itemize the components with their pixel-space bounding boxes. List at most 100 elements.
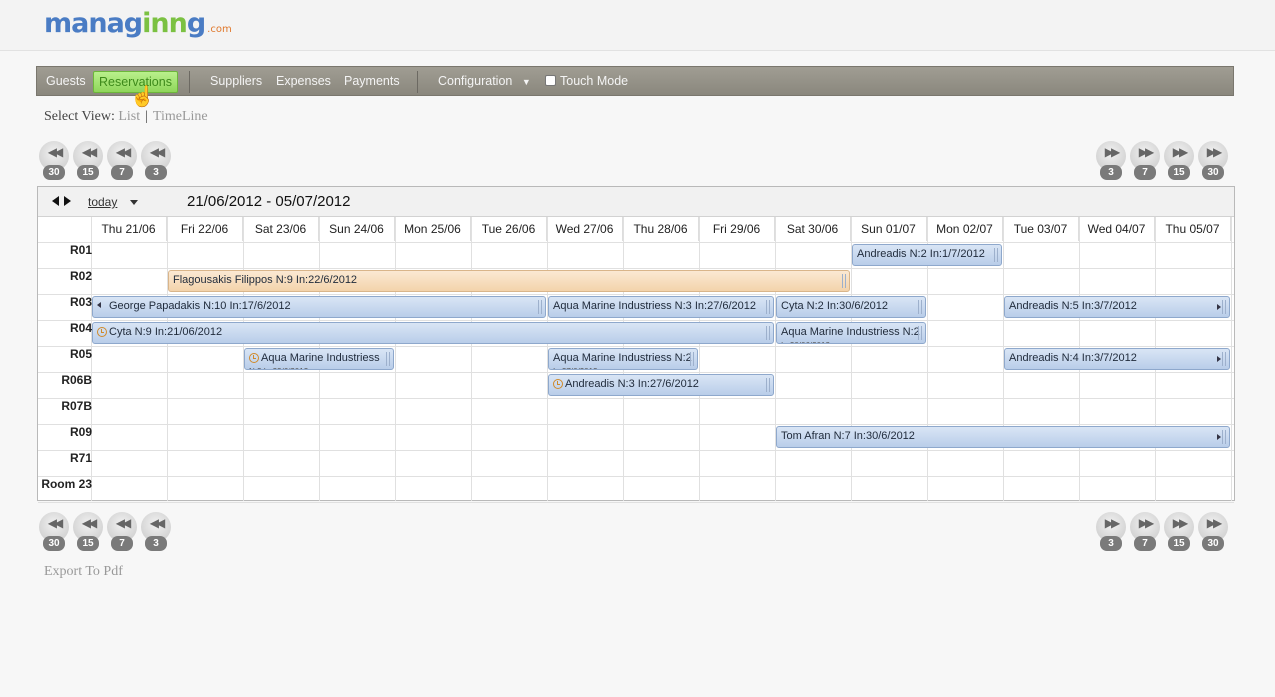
resize-handle[interactable] xyxy=(842,274,846,288)
back-7-badge: 7 xyxy=(111,165,133,180)
reservation-sublabel: In:30/06/2012 xyxy=(781,336,830,343)
back-30-button[interactable]: ◀◀ 30 xyxy=(39,512,69,551)
fast-forward-icon: ▶▶ xyxy=(1138,516,1154,530)
column-header: Fri 29/06 xyxy=(699,217,775,241)
forward-30-button[interactable]: ▶▶ 30 xyxy=(1198,141,1228,180)
column-header: Thu 28/06 xyxy=(623,217,699,241)
resize-handle[interactable] xyxy=(1222,352,1226,366)
forward-15-button[interactable]: ▶▶ 15 xyxy=(1164,512,1194,551)
today-dropdown-icon[interactable] xyxy=(130,200,138,205)
back-15-button[interactable]: ◀◀ 15 xyxy=(73,141,103,180)
touch-mode-checkbox[interactable] xyxy=(545,75,556,86)
grid-column-line xyxy=(775,217,776,501)
view-timeline-link[interactable]: TimeLine xyxy=(153,109,208,124)
touch-mode-toggle[interactable]: Touch Mode xyxy=(545,74,628,88)
grid-row-line xyxy=(38,346,1234,347)
export-pdf-link[interactable]: Export To Pdf xyxy=(44,564,123,580)
forward-3-button[interactable]: ▶▶ 3 xyxy=(1096,512,1126,551)
back-7-button[interactable]: ◀◀ 7 xyxy=(107,141,137,180)
forward-7-button[interactable]: ▶▶ 7 xyxy=(1130,141,1160,180)
reservation-label: Andreadis N:3 In:27/6/2012 xyxy=(565,378,699,390)
reservation-bar[interactable]: Andreadis N:3 In:27/6/2012 xyxy=(548,374,774,396)
resize-handle[interactable] xyxy=(538,300,542,314)
clock-icon xyxy=(97,327,107,337)
nav-configuration-label: Configuration xyxy=(438,74,513,88)
forward-15-button[interactable]: ▶▶ 15 xyxy=(1164,141,1194,180)
reservation-bar[interactable]: Andreadis N:5 In:3/7/2012 xyxy=(1004,296,1230,318)
touch-mode-label: Touch Mode xyxy=(560,74,629,88)
back-3-badge: 3 xyxy=(145,165,167,180)
back-3-button[interactable]: ◀◀ 3 xyxy=(141,141,171,180)
reservation-bar[interactable]: Tom Afran N:7 In:30/6/2012 xyxy=(776,426,1230,448)
logo[interactable]: managinng .com xyxy=(44,8,232,39)
column-header: Mon 25/06 xyxy=(395,217,471,241)
reservation-label: Andreadis N:5 In:3/7/2012 xyxy=(1009,300,1137,312)
column-header: Sat 30/06 xyxy=(775,217,851,241)
grid-row-line xyxy=(38,242,1234,243)
nav-expenses[interactable]: Expenses xyxy=(276,74,331,88)
resize-handle[interactable] xyxy=(1222,300,1226,314)
back-30-button[interactable]: ◀◀ 30 xyxy=(39,141,69,180)
resize-handle[interactable] xyxy=(766,300,770,314)
reservation-bar[interactable]: Aqua Marine Industriess N:2In:27/6/2012 xyxy=(548,348,698,370)
rewind-icon: ◀◀ xyxy=(81,145,97,159)
date-range: 21/06/2012 - 05/07/2012 xyxy=(187,193,351,210)
resize-handle[interactable] xyxy=(1222,430,1226,444)
reservation-bar[interactable]: Aqua Marine IndustriessN:2 In:23/6/2012 xyxy=(244,348,394,370)
resize-handle[interactable] xyxy=(766,326,770,340)
today-link[interactable]: today xyxy=(88,195,117,209)
prev-arrow-icon[interactable] xyxy=(52,196,59,206)
right-arrow-icon xyxy=(1217,356,1221,362)
main-navbar: Guests Reservations Suppliers Expenses P… xyxy=(36,66,1234,96)
view-separator: | xyxy=(145,109,148,124)
resize-handle[interactable] xyxy=(766,378,770,392)
rewind-icon: ◀◀ xyxy=(47,145,63,159)
rewind-icon: ◀◀ xyxy=(115,145,131,159)
view-list-link[interactable]: List xyxy=(118,109,140,124)
fast-forward-icon: ▶▶ xyxy=(1206,145,1222,159)
reservation-label: Tom Afran N:7 In:30/6/2012 xyxy=(781,430,915,442)
resize-handle[interactable] xyxy=(994,248,998,262)
nav-guests[interactable]: Guests xyxy=(46,74,86,88)
resize-handle[interactable] xyxy=(690,352,694,366)
column-header: Wed 27/06 xyxy=(547,217,623,241)
reservation-bar[interactable]: Aqua Marine Industriess N:2In:30/06/2012 xyxy=(776,322,926,344)
resize-handle[interactable] xyxy=(386,352,390,366)
logo-suffix: .com xyxy=(207,24,232,35)
reservation-bar[interactable]: Flagousakis Filippos N:9 In:22/6/2012 xyxy=(168,270,850,292)
reservation-bar[interactable]: Aqua Marine Industriess N:3 In:27/6/2012 xyxy=(548,296,774,318)
grid-row-line xyxy=(38,372,1234,373)
nav-payments[interactable]: Payments xyxy=(344,74,400,88)
forward-7-button[interactable]: ▶▶ 7 xyxy=(1130,512,1160,551)
column-header: Fri 22/06 xyxy=(167,217,243,241)
forward-30-button[interactable]: ▶▶ 30 xyxy=(1198,512,1228,551)
reservation-bar[interactable]: Andreadis N:2 In:1/7/2012 xyxy=(852,244,1002,266)
reservation-bar[interactable]: Cyta N:2 In:30/6/2012 xyxy=(776,296,926,318)
back-7-button[interactable]: ◀◀ 7 xyxy=(107,512,137,551)
forward-15-badge: 15 xyxy=(1168,165,1190,180)
forward-15-badge: 15 xyxy=(1168,536,1190,551)
resize-handle[interactable] xyxy=(918,300,922,314)
next-arrow-icon[interactable] xyxy=(64,196,71,206)
left-arrow-icon xyxy=(97,302,101,308)
room-label: R71 xyxy=(69,451,92,465)
reservation-sublabel: N:2 In:23/6/2012 xyxy=(249,362,308,369)
back-15-button[interactable]: ◀◀ 15 xyxy=(73,512,103,551)
rewind-icon: ◀◀ xyxy=(149,145,165,159)
select-view-label: Select View: xyxy=(44,109,115,124)
resize-handle[interactable] xyxy=(918,326,922,340)
reservation-bar[interactable]: Andreadis N:4 In:3/7/2012 xyxy=(1004,348,1230,370)
select-view: Select View: List | TimeLine xyxy=(44,109,208,125)
back-3-button[interactable]: ◀◀ 3 xyxy=(141,512,171,551)
reservation-label: Flagousakis Filippos N:9 In:22/6/2012 xyxy=(173,274,358,286)
reservation-bar[interactable]: Cyta N:9 In:21/06/2012 xyxy=(92,322,774,344)
forward-3-button[interactable]: ▶▶ 3 xyxy=(1096,141,1126,180)
room-label: R07B xyxy=(61,399,92,413)
nav-suppliers[interactable]: Suppliers xyxy=(210,74,262,88)
grid-row-line xyxy=(38,476,1234,477)
grid-column-line xyxy=(471,217,472,501)
rewind-icon: ◀◀ xyxy=(149,516,165,530)
nav-configuration[interactable]: Configuration ▼ xyxy=(438,74,531,88)
room-label: R09 xyxy=(69,425,92,439)
reservation-bar[interactable]: George Papadakis N:10 In:17/6/2012 xyxy=(92,296,546,318)
